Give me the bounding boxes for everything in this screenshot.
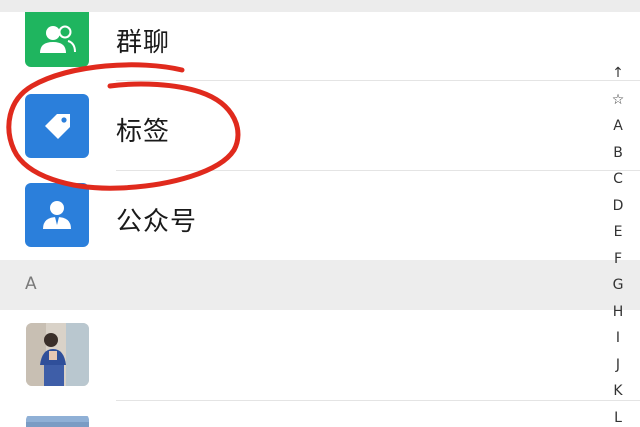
official-accounts-row[interactable]: 公众号 bbox=[0, 171, 640, 260]
alphabet-index-bar[interactable]: ↑ ☆ A B C D E F G H I J K L bbox=[606, 60, 630, 427]
index-letter[interactable]: ☆ bbox=[606, 87, 630, 114]
group-chat-label: 群聊 bbox=[116, 28, 171, 58]
index-letter[interactable]: D bbox=[606, 193, 630, 220]
official-account-icon bbox=[25, 183, 89, 247]
index-letter[interactable]: C bbox=[606, 166, 630, 193]
section-letter: A bbox=[25, 274, 37, 294]
contacts-screen: 群聊 标签 公众号 A ↑ ☆ A B C D E F G H I J K L bbox=[0, 0, 640, 427]
index-letter[interactable]: I bbox=[606, 325, 630, 352]
contact-row[interactable] bbox=[0, 310, 640, 400]
section-header: A bbox=[0, 260, 640, 310]
tags-row[interactable]: 标签 bbox=[0, 81, 640, 170]
index-letter[interactable]: J bbox=[606, 352, 630, 379]
group-chat-row[interactable]: 群聊 bbox=[0, 12, 640, 80]
tags-label: 标签 bbox=[116, 117, 171, 147]
index-letter[interactable]: ↑ bbox=[606, 60, 630, 87]
index-letter[interactable]: A bbox=[606, 113, 630, 140]
avatar bbox=[26, 414, 89, 427]
index-letter[interactable]: K bbox=[606, 378, 630, 405]
index-letter[interactable]: L bbox=[606, 405, 630, 427]
avatar bbox=[26, 323, 89, 386]
index-letter[interactable]: H bbox=[606, 299, 630, 326]
index-letter[interactable]: F bbox=[606, 246, 630, 273]
contact-row[interactable] bbox=[0, 401, 640, 427]
group-chat-icon bbox=[25, 12, 89, 67]
index-letter[interactable]: E bbox=[606, 219, 630, 246]
index-letter[interactable]: G bbox=[606, 272, 630, 299]
tag-icon bbox=[25, 94, 89, 158]
index-letter[interactable]: B bbox=[606, 140, 630, 167]
official-accounts-label: 公众号 bbox=[116, 207, 198, 237]
top-strip bbox=[0, 0, 640, 12]
